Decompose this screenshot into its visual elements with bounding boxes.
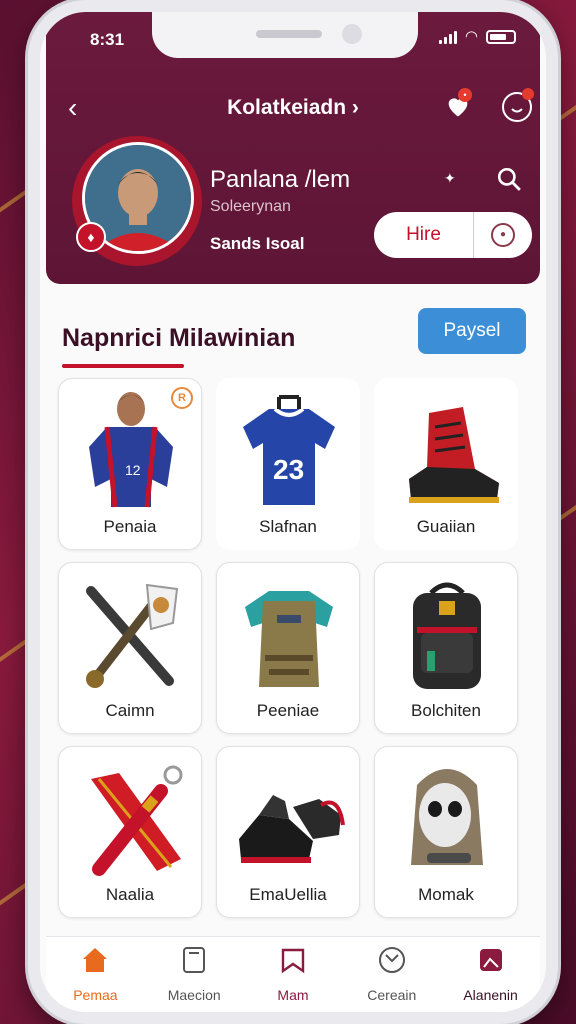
section-title: Napnrici Milawinian [62,324,296,352]
jersey-number: 23 [273,454,304,485]
profile-stat: Sands Isoal [210,234,305,253]
scarf-whistle-icon [91,765,183,876]
search-icon[interactable] [496,166,522,192]
item-label: Momak [418,885,474,904]
wifi-icon: ◠ [464,28,478,45]
item-grid: 12 R Penaia 23 Slafnan Guaiian Caimn Pee… [58,378,528,918]
gallery-icon [479,949,502,971]
hire-button[interactable]: Hire [374,212,474,258]
item-label: Slafnan [259,517,317,536]
paysel-button[interactable]: Paysel [418,308,526,354]
item-label: EmaUellia [249,885,327,904]
tab-mam[interactable]: Mam [244,937,343,1012]
item-card-player[interactable]: 12 R Penaia [58,378,202,550]
item-card-backpack[interactable]: Bolchiten [374,562,518,734]
bottom-tab-bar: Pemaa Maecion Mam Cereain Alanenin [46,936,540,1012]
battery-icon [486,30,516,44]
camera-icon [342,24,362,44]
tab-alanenin[interactable]: Alanenin [441,937,540,1012]
club-badge-icon: ♦ [76,222,106,252]
tab-label: Mam [277,987,309,1003]
tab-label: Alanenin [463,987,518,1003]
tab-label: Pemaa [73,987,118,1003]
jersey-icon: 23 [243,395,335,505]
mask-icon [411,769,483,865]
tab-label: Maecion [167,987,221,1003]
status-time: 8:31 [90,30,125,49]
item-label: Bolchiten [411,701,481,720]
section-underline [62,364,184,368]
item-label: Naalia [105,885,155,904]
profile-name: Panlana /lem [210,166,351,193]
speaker-grille [256,30,322,38]
backpack-icon [413,582,481,689]
item-card-tools[interactable]: Caimn [58,562,202,734]
vest-icon [245,591,333,687]
status-icons: ◠ [438,28,516,45]
info-circle-icon: ● [491,223,515,247]
crossed-tools-icon [86,583,179,688]
sparkle-icon: ✦ [444,170,456,186]
item-card-jersey[interactable]: 23 Slafnan [216,378,360,550]
hire-button-group: Hire ● [374,212,532,258]
tab-cereain[interactable]: Cereain [342,937,441,1012]
item-card-scarf[interactable]: Naalia [58,746,202,918]
boot-icon [409,407,499,503]
map-icon [281,948,305,974]
rank-badge: R [171,387,193,409]
item-card-vest[interactable]: Peeniae [216,562,360,734]
phone-frame: ‹ Kolatkeiadn › • ♦ Panlana /lem Soleery… [28,0,558,1024]
item-card-shoes[interactable]: EmaUellia [216,746,360,918]
shoes-icon [239,795,345,863]
notification-badge: • [458,88,472,102]
item-card-mask[interactable]: Momak [374,746,518,918]
device-notch [152,12,418,58]
profile-circle-icon [378,947,405,973]
tab-home[interactable]: Pemaa [46,937,145,1012]
clipboard-icon [183,947,206,973]
item-card-boot[interactable]: Guaiian [374,378,518,550]
player-icon: 12 [89,392,173,508]
tab-maecion[interactable]: Maecion [145,937,244,1012]
signal-icon [438,30,457,44]
item-label: Penaia [103,517,157,536]
app-screen: ‹ Kolatkeiadn › • ♦ Panlana /lem Soleery… [40,12,546,1012]
notification-dot [522,88,534,100]
tab-label: Cereain [367,987,417,1003]
profile-subtitle: Soleerynan [210,198,291,215]
item-label: Caimn [105,701,155,720]
svg-text:12: 12 [125,462,141,478]
item-label: Guaiian [416,517,476,536]
home-icon [83,948,108,972]
options-button[interactable]: ● [474,212,532,258]
item-label: Peeniae [256,701,320,720]
